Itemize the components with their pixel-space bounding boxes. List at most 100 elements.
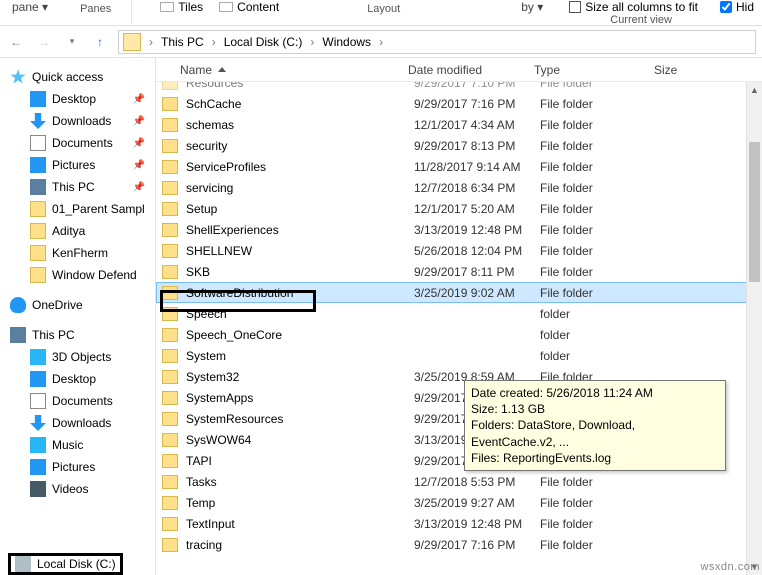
file-type: File folder <box>540 139 660 153</box>
folder-icon <box>162 412 178 426</box>
folder-icon <box>162 433 178 447</box>
tree-pictures[interactable]: Pictures📌 <box>0 154 155 176</box>
header-type[interactable]: Type <box>534 58 654 81</box>
tree-documents[interactable]: Documents📌 <box>0 132 155 154</box>
tree-localdisk-highlight[interactable]: Local Disk (C:) <box>8 553 123 575</box>
file-name: SKB <box>186 265 414 279</box>
file-name: SchCache <box>186 97 414 111</box>
tree-thispc2[interactable]: This PC <box>0 324 155 346</box>
tree-music[interactable]: Music <box>0 434 155 456</box>
table-row[interactable]: ShellExperiences3/13/2019 12:48 PMFile f… <box>156 219 762 240</box>
table-row[interactable]: SoftwareDistribution3/25/2019 9:02 AMFil… <box>156 282 762 303</box>
download-icon <box>30 415 46 431</box>
header-name[interactable]: Name <box>156 58 408 81</box>
table-row[interactable]: Resources9/29/2017 7:10 PMFile folder <box>156 82 762 93</box>
file-name: SysWOW64 <box>186 433 414 447</box>
table-row[interactable]: Setup12/1/2017 5:20 AMFile folder <box>156 198 762 219</box>
chevron-right-icon[interactable]: › <box>210 35 218 49</box>
tree-videos[interactable]: Videos <box>0 478 155 500</box>
file-date: 3/25/2019 9:02 AM <box>414 286 540 300</box>
up-button[interactable]: ↑ <box>90 32 110 52</box>
tree-3dobjects[interactable]: 3D Objects <box>0 346 155 368</box>
video-icon <box>30 481 46 497</box>
desktop-icon <box>30 91 46 107</box>
header-size[interactable]: Size <box>654 58 762 81</box>
breadcrumb-thispc[interactable]: This PC <box>157 35 208 49</box>
file-date: 12/1/2017 4:34 AM <box>414 118 540 132</box>
folder-icon <box>123 33 141 51</box>
file-name: TAPI <box>186 454 414 468</box>
tree-documents2[interactable]: Documents <box>0 390 155 412</box>
tree-folder-windef[interactable]: Window Defend <box>0 264 155 286</box>
file-type: File folder <box>540 181 660 195</box>
folder-icon <box>162 160 178 174</box>
table-row[interactable]: Speechfolder <box>156 303 762 324</box>
tree-folder-kenfherm[interactable]: KenFherm <box>0 242 155 264</box>
tiles-option[interactable]: Tiles <box>152 0 211 14</box>
file-type: folder <box>540 349 660 363</box>
file-name: security <box>186 139 414 153</box>
tooltip-line: Folders: DataStore, Download, EventCache… <box>471 417 719 449</box>
navpane-button[interactable]: pane ▾ <box>0 0 60 14</box>
tree-desktop[interactable]: Desktop📌 <box>0 88 155 110</box>
scrollbar[interactable]: ▲ ▼ <box>746 82 762 575</box>
scroll-up-icon[interactable]: ▲ <box>747 82 762 98</box>
tree-onedrive[interactable]: OneDrive <box>0 294 155 316</box>
table-row[interactable]: Tasks12/7/2018 5:53 PMFile folder <box>156 471 762 492</box>
table-row[interactable]: security9/29/2017 8:13 PMFile folder <box>156 135 762 156</box>
sortby-button[interactable]: by ▾ <box>509 0 555 14</box>
size-all-columns[interactable]: Size all columns to fit <box>561 0 706 14</box>
tree-thispc[interactable]: This PC📌 <box>0 176 155 198</box>
recent-button[interactable]: ▾ <box>62 32 82 52</box>
table-row[interactable]: Speech_OneCore folder <box>156 324 762 345</box>
file-type: File folder <box>540 202 660 216</box>
file-list[interactable]: Name Date modified Type Size Resources9/… <box>156 58 762 575</box>
scroll-thumb[interactable] <box>749 142 760 282</box>
file-type: File folder <box>540 118 660 132</box>
chevron-right-icon[interactable]: › <box>147 35 155 49</box>
tree-desktop2[interactable]: Desktop <box>0 368 155 390</box>
folder-icon <box>30 201 46 217</box>
file-type: File folder <box>540 223 660 237</box>
tree-quick-access[interactable]: Quick access <box>0 66 155 88</box>
hidden-items-check[interactable]: Hid <box>712 0 762 14</box>
address-bar[interactable]: › This PC › Local Disk (C:) › Windows › <box>118 30 756 54</box>
back-button[interactable]: ← <box>6 32 26 52</box>
chevron-right-icon[interactable]: › <box>308 35 316 49</box>
content-option[interactable]: Content <box>211 0 287 14</box>
table-row[interactable]: TextInput3/13/2019 12:48 PMFile folder <box>156 513 762 534</box>
table-row[interactable]: Systemfolder <box>156 345 762 366</box>
document-icon <box>30 135 46 151</box>
table-row[interactable]: schemas12/1/2017 4:34 AMFile folder <box>156 114 762 135</box>
file-name: SystemApps <box>186 391 414 405</box>
tree-folder-parent[interactable]: 01_Parent Sampl <box>0 198 155 220</box>
tree-downloads2[interactable]: Downloads <box>0 412 155 434</box>
tree-pictures2[interactable]: Pictures <box>0 456 155 478</box>
navigation-pane[interactable]: Quick access Desktop📌 Downloads📌 Documen… <box>0 58 156 575</box>
file-name: servicing <box>186 181 414 195</box>
column-headers[interactable]: Name Date modified Type Size <box>156 58 762 82</box>
breadcrumb-disk[interactable]: Local Disk (C:) <box>220 35 307 49</box>
file-type: folder <box>540 328 660 342</box>
folder-icon <box>162 307 178 321</box>
folder-icon <box>30 245 46 261</box>
file-name: Speech_OneCore <box>186 328 414 342</box>
folder-icon <box>162 538 178 552</box>
cloud-icon <box>10 297 26 313</box>
hidden-check-icon[interactable] <box>720 1 732 13</box>
table-row[interactable]: SHELLNEW5/26/2018 12:04 PMFile folder <box>156 240 762 261</box>
table-row[interactable]: ServiceProfiles11/28/2017 9:14 AMFile fo… <box>156 156 762 177</box>
star-icon <box>10 69 26 85</box>
table-row[interactable]: tracing9/29/2017 7:16 PMFile folder <box>156 534 762 555</box>
table-row[interactable]: servicing12/7/2018 6:34 PMFile folder <box>156 177 762 198</box>
chevron-right-icon[interactable]: › <box>377 35 385 49</box>
table-row[interactable]: SKB9/29/2017 8:11 PMFile folder <box>156 261 762 282</box>
tree-folder-aditya[interactable]: Aditya <box>0 220 155 242</box>
table-row[interactable]: Temp3/25/2019 9:27 AMFile folder <box>156 492 762 513</box>
tree-downloads[interactable]: Downloads📌 <box>0 110 155 132</box>
header-date[interactable]: Date modified <box>408 58 534 81</box>
breadcrumb-folder[interactable]: Windows <box>318 35 375 49</box>
table-row[interactable]: SchCache9/29/2017 7:16 PMFile folder <box>156 93 762 114</box>
folder-icon <box>162 328 178 342</box>
file-name: ServiceProfiles <box>186 160 414 174</box>
